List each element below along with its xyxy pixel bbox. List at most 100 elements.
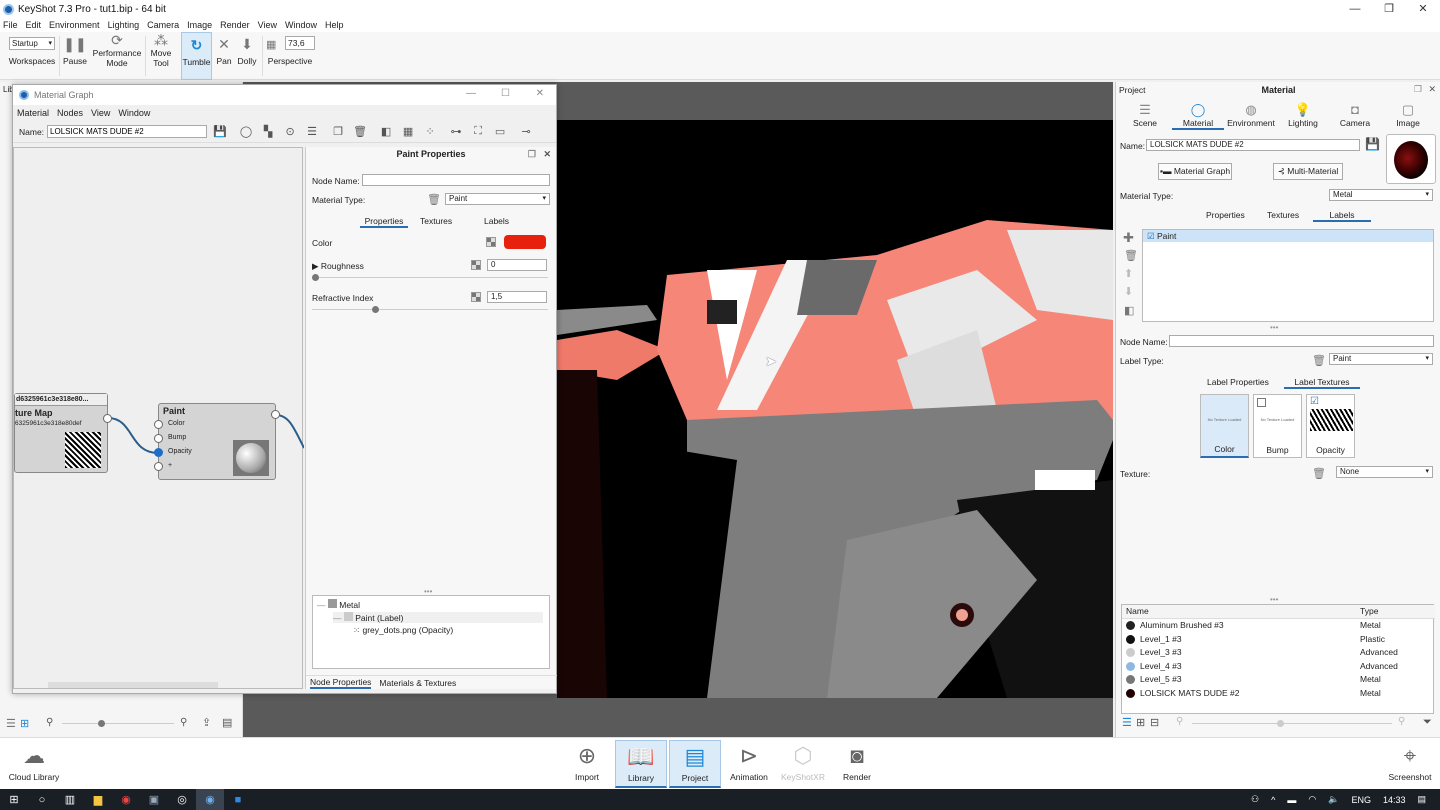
perspective-angle-input[interactable]: 73,6 <box>285 36 315 50</box>
delete-icon[interactable]: 🗑 <box>351 124 369 140</box>
keyshotxr-button[interactable]: ⬡ KeyShotXR <box>777 740 829 788</box>
move-down-icon[interactable]: ⬇ <box>1124 285 1133 298</box>
material-name-input[interactable]: LOLSICK MATS DUDE #2 <box>1146 139 1360 151</box>
performance-mode-button[interactable]: ⟳ Performance Mode <box>92 32 142 80</box>
filter-icon[interactable]: ⏷ <box>1423 716 1432 729</box>
roughness-knob[interactable] <box>312 274 319 281</box>
bump-checkbox[interactable] <box>1257 398 1266 407</box>
tab-material[interactable]: ◯ Material <box>1172 102 1224 130</box>
node-name-input[interactable] <box>362 174 550 186</box>
adjust-icon[interactable]: ☰ <box>303 124 321 140</box>
search-icon[interactable]: ○ <box>28 789 56 810</box>
mg-name-input[interactable] <box>47 125 208 138</box>
menu-image[interactable]: Image <box>187 20 212 30</box>
grid-view-icon[interactable]: ⊞ <box>20 717 29 730</box>
tree-item-metal[interactable]: — Metal <box>317 599 360 610</box>
material-type-select[interactable]: Paint <box>445 193 550 205</box>
close-panel-icon[interactable]: ✕ <box>1428 84 1436 95</box>
table-row[interactable]: LOLSICK MATS DUDE #2 Metal <box>1122 687 1435 701</box>
move-up-icon[interactable]: ⬆ <box>1124 267 1133 280</box>
project-button[interactable]: ▤ Project <box>669 740 721 788</box>
close-panel-icon[interactable]: ✕ <box>543 147 551 161</box>
cloud-upload-icon[interactable]: ⇪ <box>202 716 211 729</box>
mg-menu-window[interactable]: Window <box>118 108 150 118</box>
menu-environment[interactable]: Environment <box>49 20 100 30</box>
connect-icon[interactable]: ⊸ <box>517 124 535 140</box>
clock[interactable]: 14:33 <box>1383 795 1406 805</box>
arrange-icon[interactable]: ⊶ <box>447 124 465 140</box>
tree-item-paint-label[interactable]: — Paint (Label) <box>333 612 543 623</box>
notifications-icon[interactable]: ▤ <box>1417 794 1426 805</box>
refractive-index-input[interactable]: 1,5 <box>487 291 547 303</box>
subtab-labels[interactable]: Labels <box>1313 210 1371 222</box>
app2-taskbar-icon[interactable]: ■ <box>224 789 252 810</box>
menu-help[interactable]: Help <box>325 20 344 30</box>
dolly-button[interactable]: ⬇ Dolly <box>236 32 258 80</box>
texture-map-node[interactable]: d6325961c3e318e80... ture Map 6325961c3e… <box>14 393 112 473</box>
label-checkbox[interactable]: ☑ <box>1147 231 1155 241</box>
header-name[interactable]: Name <box>1126 606 1149 616</box>
table-row[interactable]: Aluminum Brushed #3 Metal <box>1122 619 1435 633</box>
task-view-icon[interactable]: ▥ <box>56 789 84 810</box>
language-indicator[interactable]: ENG <box>1351 795 1371 805</box>
mg-menu-material[interactable]: Material <box>17 108 49 118</box>
roughness-slider[interactable] <box>312 274 548 281</box>
material-preview[interactable] <box>1386 134 1436 184</box>
tab-label-properties[interactable]: Label Properties <box>1207 377 1269 387</box>
minimize-button[interactable]: — <box>1338 0 1372 18</box>
pan-button[interactable]: ✕ Pan <box>214 32 234 80</box>
tumble-button[interactable]: ↻ Tumble <box>181 32 212 80</box>
save-material-icon[interactable]: 💾 <box>1365 137 1380 151</box>
splitter-handle[interactable]: ••• <box>1270 323 1278 332</box>
refractive-texture-toggle-icon[interactable] <box>471 292 481 302</box>
node-render-all-icon[interactable]: ▦ <box>399 124 417 140</box>
volume-icon[interactable]: 🔈 <box>1328 794 1339 805</box>
tab-image[interactable]: ▢ Image <box>1382 102 1434 128</box>
move-tool-button[interactable]: ⁂ Move Tool <box>147 32 175 80</box>
keyshot-taskbar-icon[interactable]: ◉ <box>196 789 224 810</box>
menu-render[interactable]: Render <box>220 20 250 30</box>
file-explorer-icon[interactable]: ▆ <box>84 789 112 810</box>
folder-add-icon[interactable]: ▤ <box>222 716 232 729</box>
splitter-handle[interactable]: ••• <box>1270 595 1278 604</box>
select-label-icon[interactable]: ◧ <box>1124 304 1134 317</box>
tab-materials-textures[interactable]: Materials & Textures <box>379 678 456 688</box>
app-icon[interactable]: ▣ <box>140 789 168 810</box>
cloud-library-button[interactable]: ☁ Cloud Library <box>8 740 60 788</box>
mg-menu-view[interactable]: View <box>91 108 110 118</box>
paint-opacity-port[interactable] <box>154 448 163 457</box>
list-view-icon[interactable]: ☰ <box>1122 716 1132 729</box>
mg-menu-nodes[interactable]: Nodes <box>57 108 83 118</box>
animation-button[interactable]: ⊳ Animation <box>723 740 775 788</box>
table-row[interactable]: Level_3 #3 Advanced <box>1122 646 1435 660</box>
graph-horizontal-scrollbar[interactable] <box>48 682 218 688</box>
mg-close-button[interactable]: ✕ <box>536 88 544 99</box>
paint-bump-port[interactable] <box>154 434 163 443</box>
mg-minimize-button[interactable]: — <box>466 88 476 99</box>
trash-icon[interactable]: 🗑 <box>1312 467 1326 480</box>
tab-properties[interactable]: Properties <box>360 216 408 228</box>
tab-label-textures[interactable]: Label Textures <box>1284 377 1360 389</box>
mg-maximize-button[interactable]: ☐ <box>501 88 510 99</box>
menu-edit[interactable]: Edit <box>26 20 42 30</box>
paint-node[interactable]: Paint Color Bump Opacity + <box>154 403 280 480</box>
screenshot-button[interactable]: ⌖ Screenshot <box>1384 740 1436 788</box>
library-button[interactable]: 📖 Library <box>615 740 667 788</box>
tab-node-properties[interactable]: Node Properties <box>310 677 372 689</box>
tab-lighting[interactable]: 💡 Lighting <box>1277 102 1329 128</box>
menu-window[interactable]: Window <box>285 20 317 30</box>
texture-card-bump[interactable]: No Texture Loaded Bump <box>1253 394 1302 458</box>
animation-icon[interactable]: ⊙ <box>281 124 299 140</box>
menu-view[interactable]: View <box>258 20 277 30</box>
refractive-knob[interactable] <box>371 306 379 313</box>
fit-view-icon[interactable]: ⛶ <box>469 124 487 140</box>
paint-output-port[interactable] <box>271 410 280 419</box>
close-button[interactable]: ✕ <box>1406 0 1440 18</box>
battery-icon[interactable]: ▬ <box>1287 795 1296 805</box>
roughness-texture-toggle-icon[interactable] <box>471 260 481 270</box>
tab-camera[interactable]: ◘ Camera <box>1329 102 1381 128</box>
import-button[interactable]: ⊕ Import <box>561 740 613 788</box>
opacity-checkbox[interactable]: ☑ <box>1310 396 1319 407</box>
texture-card-opacity[interactable]: ☑ Opacity <box>1306 394 1355 458</box>
refractive-index-slider[interactable] <box>312 306 548 313</box>
